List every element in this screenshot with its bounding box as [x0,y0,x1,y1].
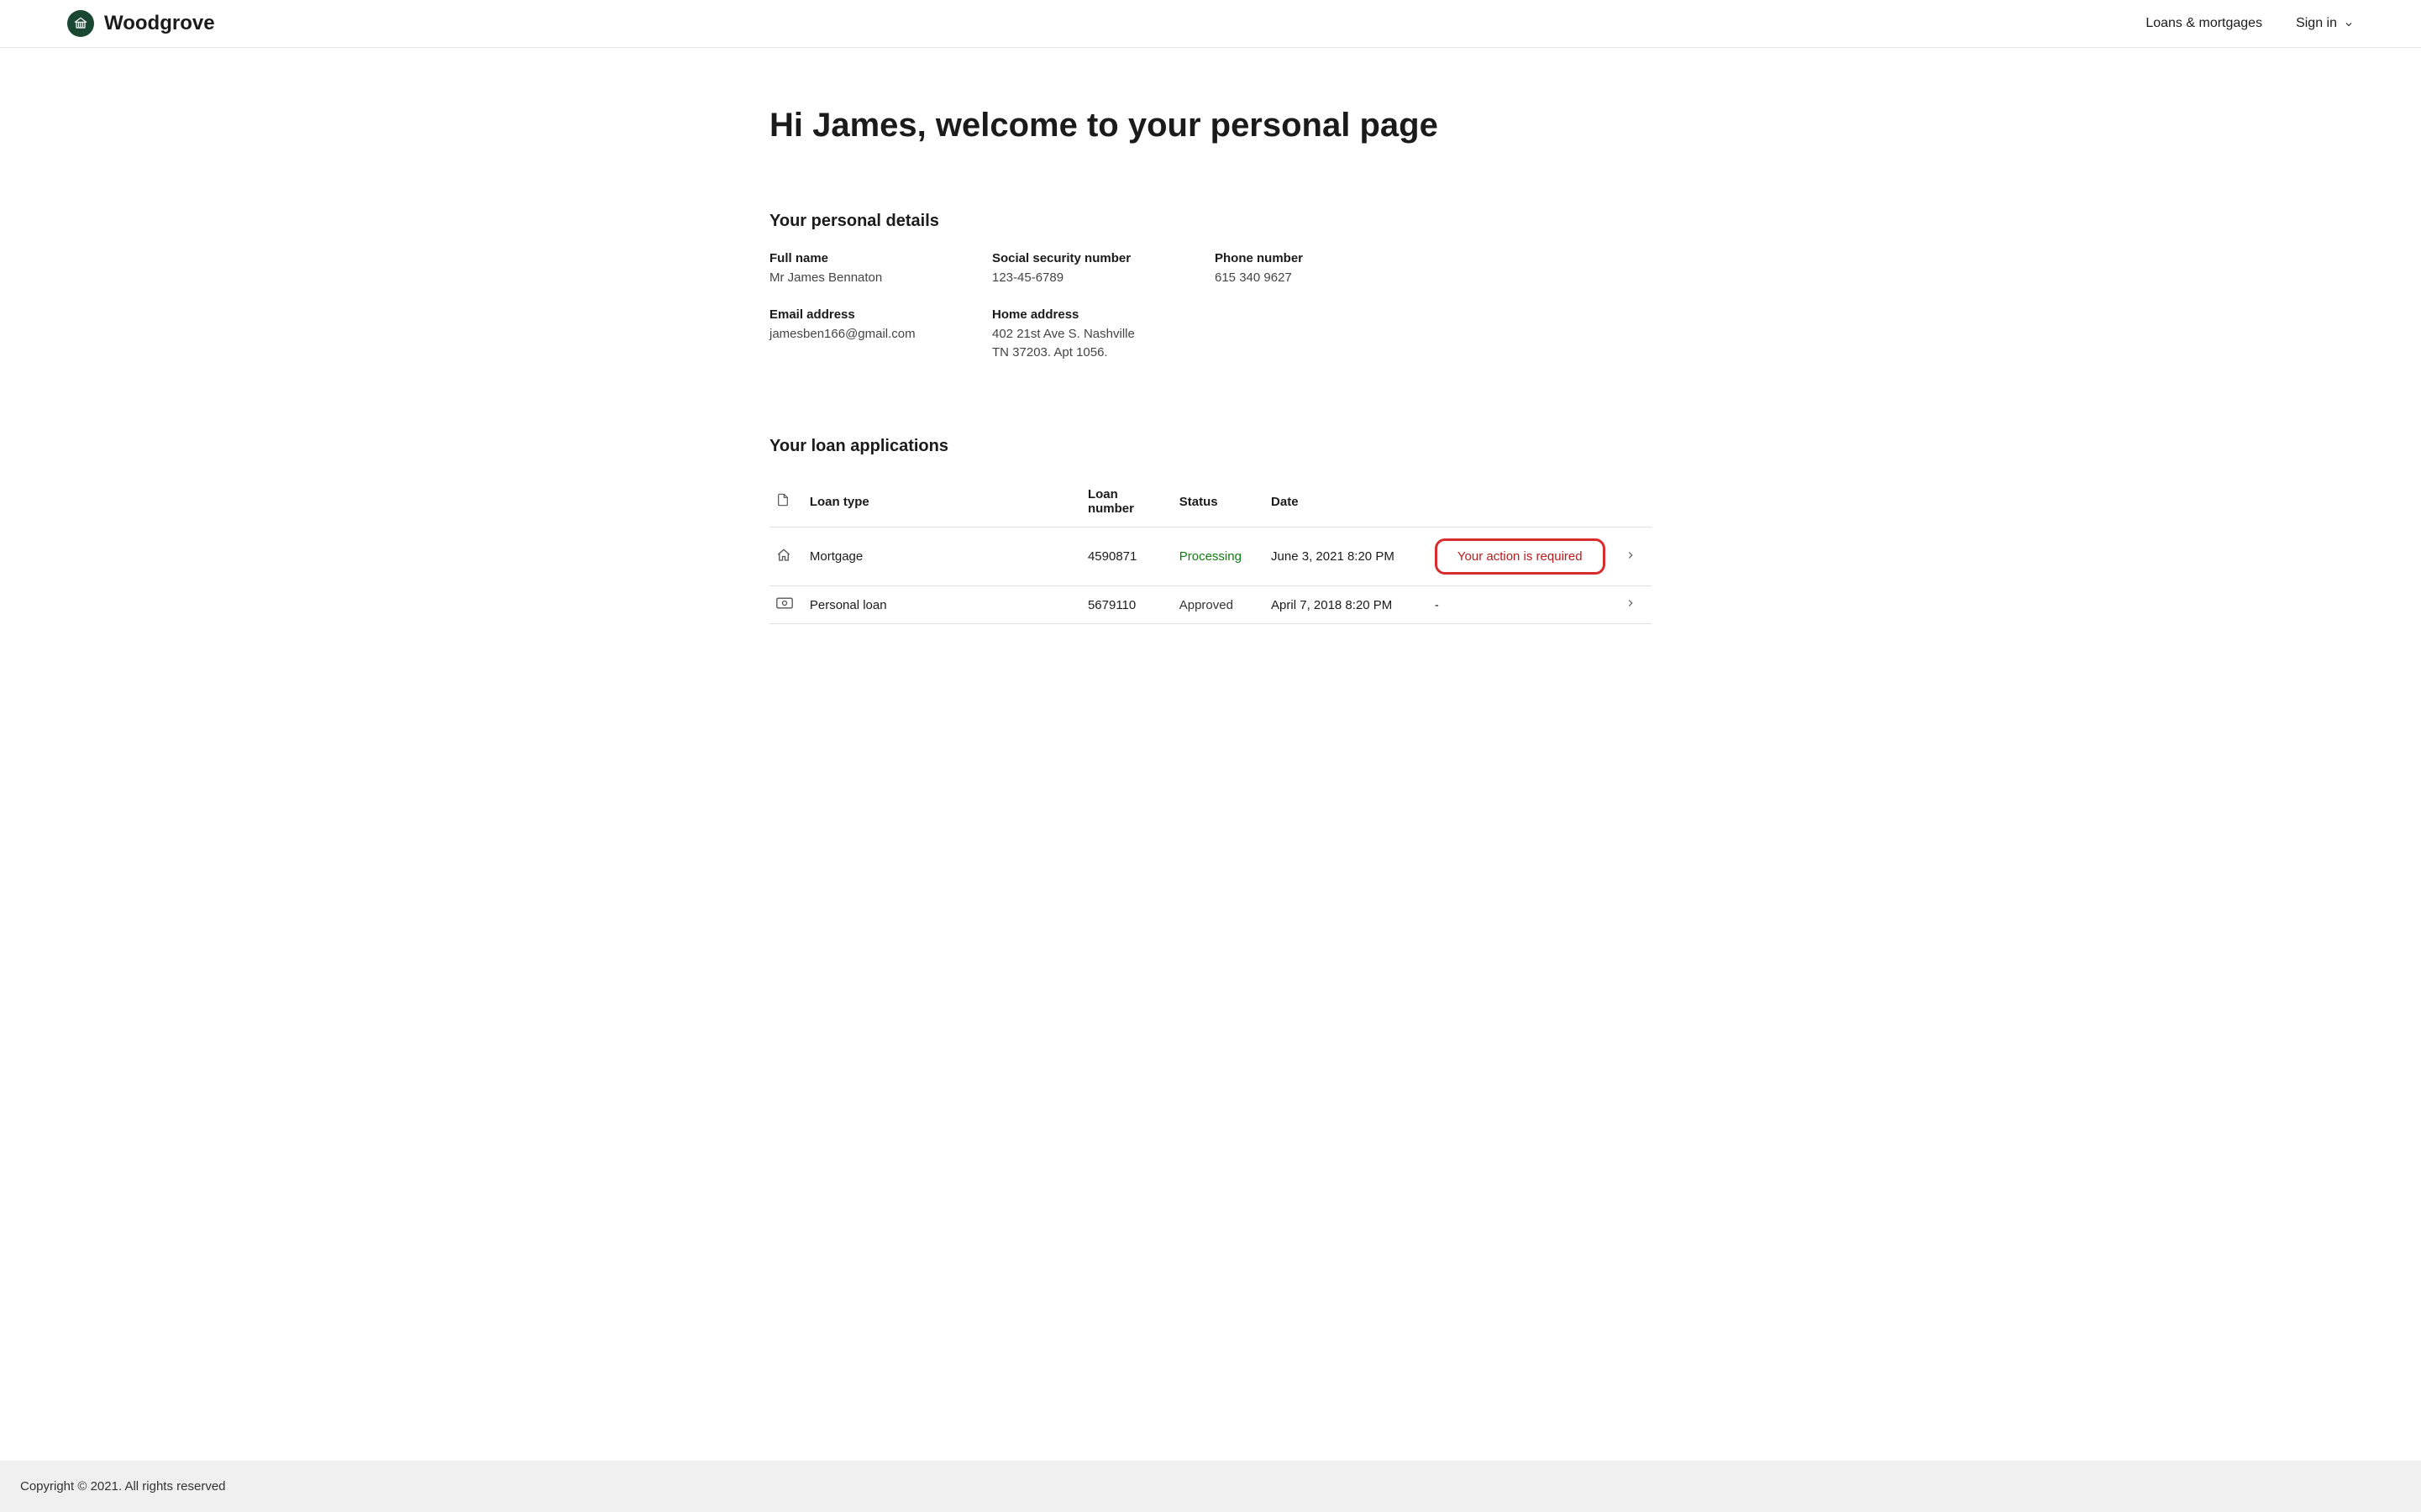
details-grid: Full name Mr James Bennaton Social secur… [769,251,1652,361]
loan-applications-title: Your loan applications [769,437,1652,456]
copyright-text: Copyright © 2021. All rights reserved [20,1479,226,1494]
detail-value: 615 340 9627 [1215,269,1437,287]
detail-label: Social security number [992,251,1215,265]
header-loan-type: Loan type [803,476,1081,528]
detail-home-address: Home address 402 21st Ave S. Nashville T… [992,307,1215,362]
brand-name: Woodgrove [104,12,215,35]
loan-date-cell: June 3, 2021 8:20 PM [1264,528,1428,586]
loan-table: Loan type Loan number Status Date Mortga… [769,476,1652,624]
detail-value: jamesben166@gmail.com [769,325,992,344]
page-title: Hi James, welcome to your personal page [769,107,1652,144]
loan-type-cell: Personal loan [803,586,1081,624]
loan-date-cell: April 7, 2018 8:20 PM [1264,586,1428,624]
detail-full-name: Full name Mr James Bennaton [769,251,992,287]
personal-details-section: Your personal details Full name Mr James… [769,212,1652,361]
header-action [1428,476,1618,528]
nav-loans-mortgages[interactable]: Loans & mortgages [2145,16,2262,31]
header: Woodgrove Loans & mortgages Sign in [0,0,2421,48]
status-badge: Processing [1179,549,1242,564]
action-required-text[interactable]: Your action is required [1457,549,1583,564]
chevron-down-icon [2344,18,2354,29]
signin-label: Sign in [2296,16,2337,31]
loan-type-cell: Mortgage [803,528,1081,586]
table-row[interactable]: Mortgage 4590871 Processing June 3, 2021… [769,528,1652,586]
detail-ssn: Social security number 123-45-6789 [992,251,1215,287]
nav-right: Loans & mortgages Sign in [2145,16,2354,31]
loan-applications-section: Your loan applications Loan type Loan nu… [769,437,1652,624]
detail-phone: Phone number 615 340 9627 [1215,251,1437,287]
table-row[interactable]: Personal loan 5679110 Approved April 7, … [769,586,1652,624]
signin-dropdown[interactable]: Sign in [2296,16,2354,31]
header-icon-col [769,476,803,528]
header-status: Status [1173,476,1264,528]
header-date: Date [1264,476,1428,528]
footer: Copyright © 2021. All rights reserved [0,1461,2421,1512]
status-badge: Approved [1179,598,1233,612]
brand-logo-icon [67,10,94,37]
house-icon [776,548,791,563]
chevron-right-icon[interactable] [1625,598,1636,612]
detail-label: Home address [992,307,1215,322]
detail-value: 123-45-6789 [992,269,1215,287]
detail-label: Email address [769,307,992,322]
detail-email: Email address jamesben166@gmail.com [769,307,992,362]
action-required-callout: Your action is required [1435,538,1605,575]
chevron-right-icon[interactable] [1625,550,1636,564]
detail-value: Mr James Bennaton [769,269,992,287]
header-loan-number: Loan number [1081,476,1173,528]
main-content: Hi James, welcome to your personal page … [769,48,1652,1461]
header-chevron [1618,476,1652,528]
loan-number-cell: 4590871 [1081,528,1173,586]
file-icon [776,492,790,507]
table-header-row: Loan type Loan number Status Date [769,476,1652,528]
action-cell: - [1435,598,1439,612]
detail-value: 402 21st Ave S. Nashville TN 37203. Apt … [992,325,1135,362]
personal-details-title: Your personal details [769,212,1652,231]
loan-number-cell: 5679110 [1081,586,1173,624]
money-icon [776,597,793,609]
detail-label: Phone number [1215,251,1437,265]
brand[interactable]: Woodgrove [67,10,215,37]
detail-label: Full name [769,251,992,265]
